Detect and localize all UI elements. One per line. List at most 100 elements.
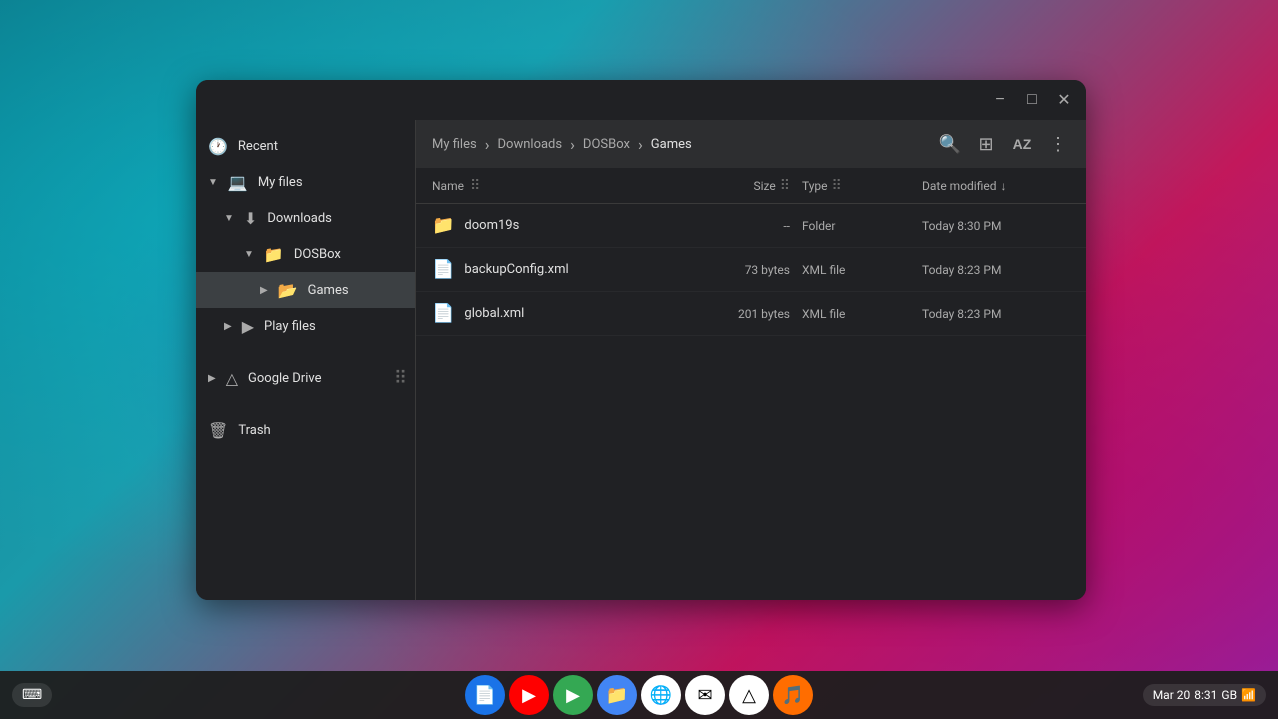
grid-view-button[interactable]: ⊞ [970,128,1002,160]
taskbar-app-play[interactable]: ▶ [553,675,593,715]
col-drag-icon: ⠿ [470,178,480,194]
breadcrumb-games[interactable]: Games [647,135,696,154]
chevron-right-icon: ▶ [224,321,232,332]
docs-icon: 📄 [474,685,496,706]
sidebar-item-my-files[interactable]: ▼ 💻 My files [196,164,415,200]
recent-icon: 🕐 [208,137,228,156]
col-date-label: Date modified [922,179,997,193]
table-row[interactable]: 📁 doom19s -- Folder Today 8:30 PM [416,204,1086,248]
col-type-drag-icon: ⠿ [832,178,842,194]
sidebar-item-play-files[interactable]: ▶ ▶ Play files [196,308,415,344]
files-icon: 📁 [606,685,628,706]
breadcrumb-my-files[interactable]: My files [428,135,481,154]
computer-icon: 💻 [228,173,248,192]
table-row[interactable]: 📄 backupConfig.xml 73 bytes XML file Tod… [416,248,1086,292]
system-tray-left[interactable]: ⌨ [12,683,52,707]
taskbar-right: Mar 20 8:31 GB 📶 [1143,684,1266,706]
system-status[interactable]: Mar 20 8:31 GB 📶 [1143,684,1266,706]
taskbar: ⌨ 📄 ▶ ▶ 📁 🌐 ✉ △ [0,671,1278,719]
sidebar-play-files-label: Play files [264,319,403,334]
col-type-label: Type [802,179,828,193]
date-label: Mar 20 [1153,688,1191,702]
file-name: doom19s [464,218,690,233]
taskbar-app-youtube[interactable]: ▶ [509,675,549,715]
play-files-icon: ▶ [242,317,254,336]
taskbar-left: ⌨ [12,683,52,707]
sidebar-my-files-label: My files [258,175,403,190]
breadcrumb-separator-3: › [638,135,643,154]
close-button[interactable]: ✕ [1050,86,1078,114]
file-manager-window: − □ ✕ 🕐 Recent ▼ [196,80,1086,600]
breadcrumb-dosbox[interactable]: DOSBox [579,135,634,154]
breadcrumb-downloads[interactable]: Downloads [494,135,567,154]
more-options-button[interactable]: ⋮ [1042,128,1074,160]
taskbar-app-gmail[interactable]: ✉ [685,675,725,715]
sidebar-item-trash[interactable]: 🗑 Trash [196,412,415,448]
sidebar-item-downloads[interactable]: ▼ ⬇ Downloads [196,200,415,236]
search-button[interactable]: 🔍 [934,128,966,160]
sort-desc-icon: ↓ [1001,179,1007,193]
breadcrumb: My files › Downloads › DOSBox › Games [428,135,926,154]
play-icon: ▶ [566,685,580,706]
drag-handle-icon: ⠿ [394,368,407,389]
file-header: Name ⠿ Size ⠿ Type ⠿ Date modified ↓ [416,168,1086,204]
toolbar: My files › Downloads › DOSBox › Games 🔍 [416,120,1086,168]
music-icon: 🎵 [782,685,804,706]
sidebar-item-recent[interactable]: 🕐 Recent [196,128,415,164]
table-row[interactable]: 📄 global.xml 201 bytes XML file Today 8:… [416,292,1086,336]
file-type: Folder [790,219,910,233]
file-name: global.xml [464,306,690,321]
folder-icon: 📁 [264,245,284,264]
sort-button[interactable]: AZ [1006,128,1038,160]
toolbar-actions: 🔍 ⊞ AZ ⋮ [934,128,1074,160]
col-size-label: Size [753,179,775,193]
xml-file-icon: 📄 [432,303,454,324]
file-date: Today 8:30 PM [910,219,1070,233]
taskbar-app-chrome[interactable]: 🌐 [641,675,681,715]
file-area: My files › Downloads › DOSBox › Games 🔍 [416,120,1086,600]
file-size: 201 bytes [690,307,790,321]
chevron-down-icon: ▼ [208,177,218,188]
google-drive-icon: △ [226,369,238,388]
taskbar-app-files[interactable]: 📁 [597,675,637,715]
trash-icon: 🗑 [208,421,228,440]
taskbar-app-docs[interactable]: 📄 [465,675,505,715]
maximize-button[interactable]: □ [1018,86,1046,114]
more-icon: ⋮ [1049,134,1067,155]
titlebar-controls: − □ ✕ [986,86,1078,114]
keyboard-icon: ⌨ [22,687,42,703]
sidebar: 🕐 Recent ▼ 💻 My files ▼ ⬇ Downloads [196,120,416,600]
minimize-button[interactable]: − [986,86,1014,114]
taskbar-app-music[interactable]: 🎵 [773,675,813,715]
chevron-down-icon: ▼ [224,213,234,224]
breadcrumb-separator-2: › [570,135,575,154]
file-size: 73 bytes [690,263,790,277]
sidebar-trash-label: Trash [238,423,403,438]
file-date: Today 8:23 PM [910,263,1070,277]
col-name-label: Name [432,179,464,193]
sidebar-games-label: Games [308,283,403,298]
open-folder-icon: 📂 [278,281,298,300]
sidebar-item-games[interactable]: ▶ 📂 Games [196,272,415,308]
chevron-down-icon: ▼ [244,249,254,260]
file-date: Today 8:23 PM [910,307,1070,321]
search-icon: 🔍 [939,134,961,155]
chevron-right-icon: ▶ [260,285,268,296]
sidebar-dosbox-label: DOSBox [294,247,403,262]
downloads-icon: ⬇ [244,209,257,228]
file-name: backupConfig.xml [464,262,690,277]
file-type: XML file [790,307,910,321]
sidebar-item-google-drive[interactable]: ▶ △ Google Drive ⠿ [196,360,415,396]
col-size-drag-icon: ⠿ [780,178,790,194]
battery-label: GB [1221,688,1237,702]
chrome-icon: 🌐 [650,685,672,706]
sidebar-recent-label: Recent [238,139,403,154]
folder-icon: 📁 [432,215,454,236]
desktop: − □ ✕ 🕐 Recent ▼ [0,0,1278,719]
sort-icon: AZ [1013,136,1032,152]
youtube-icon: ▶ [522,685,536,706]
titlebar: − □ ✕ [196,80,1086,120]
sidebar-item-dosbox[interactable]: ▼ 📁 DOSBox [196,236,415,272]
time-label: 8:31 [1194,688,1217,702]
taskbar-app-drive[interactable]: △ [729,675,769,715]
